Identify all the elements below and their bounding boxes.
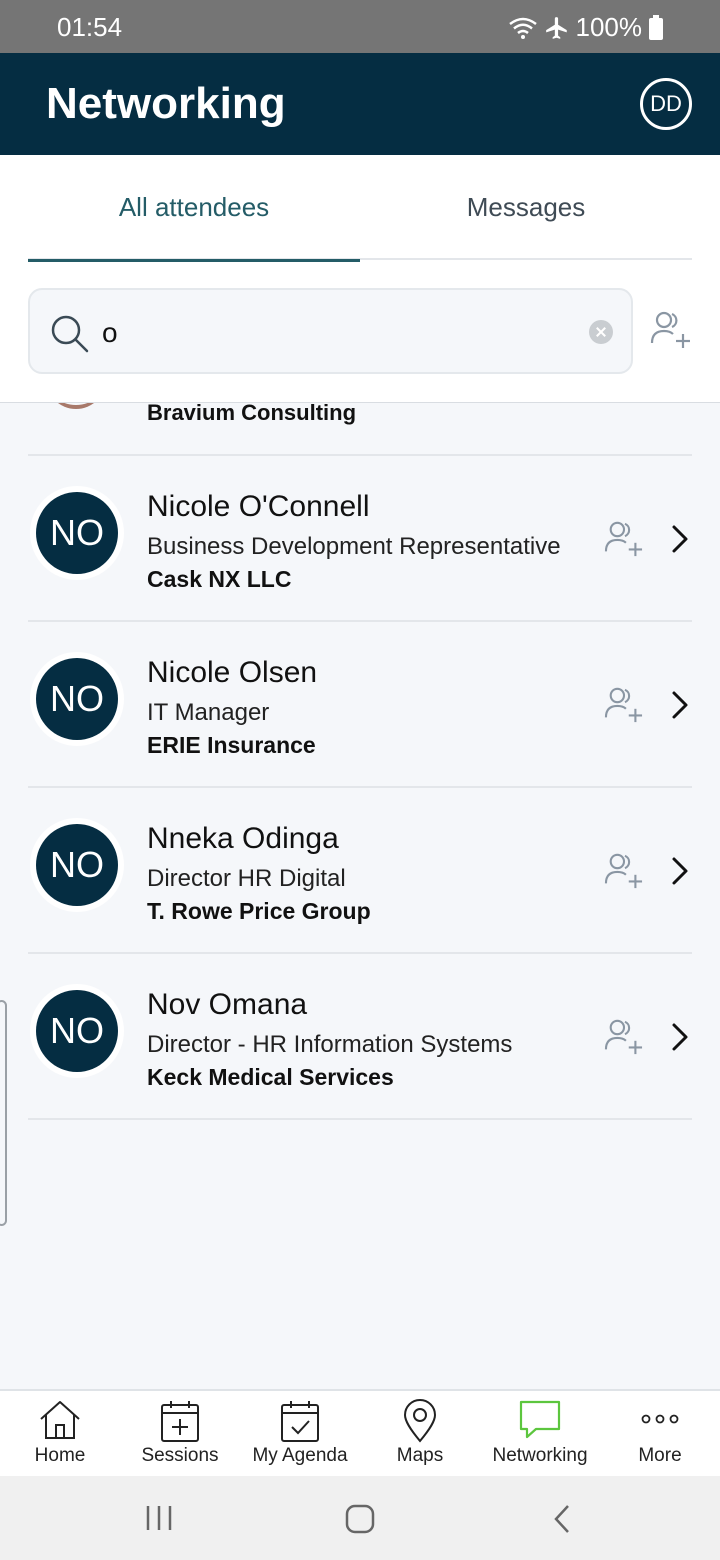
nav-home[interactable]: Home	[0, 1391, 120, 1478]
list-item[interactable]: Bravium Consulting	[28, 403, 692, 456]
recent-apps-icon[interactable]	[145, 1504, 173, 1532]
home-button-icon[interactable]	[345, 1504, 375, 1534]
avatar: NO	[30, 984, 124, 1078]
attendee-name: Nneka Odinga	[147, 822, 339, 855]
nav-label: Maps	[396, 1445, 444, 1466]
attendee-company: Keck Medical Services	[147, 1064, 394, 1090]
attendee-company: Cask NX LLC	[147, 566, 292, 592]
calendar-check-icon	[281, 1401, 319, 1442]
attendee-list: Bravium Consulting NO Nicole O'Connell B…	[0, 403, 720, 1389]
avatar: NO	[30, 486, 124, 580]
attendee-company: T. Rowe Price Group	[147, 898, 371, 924]
more-dots-icon	[641, 1414, 679, 1424]
nav-more[interactable]: More	[600, 1391, 720, 1478]
attendee-title: IT Manager	[147, 699, 270, 726]
attendee-company: Bravium Consulting	[147, 403, 357, 425]
attendee-name: Nov Omana	[147, 988, 308, 1021]
battery-icon	[649, 14, 663, 40]
avatar-initials: NO	[36, 658, 118, 740]
chevron-right-icon[interactable]	[670, 524, 690, 554]
chevron-right-icon[interactable]	[670, 856, 690, 886]
tab-all-attendees[interactable]: All attendees	[28, 155, 360, 262]
nav-my-agenda[interactable]: My Agenda	[240, 1391, 360, 1478]
search-value: o	[102, 317, 118, 348]
home-icon	[40, 1401, 80, 1439]
list-item[interactable]: NO Nneka Odinga Director HR Digital T. R…	[28, 788, 692, 954]
list-item[interactable]: NO Nicole Olsen IT Manager ERIE Insuranc…	[28, 622, 692, 788]
list-item[interactable]: NO Nicole O'Connell Business Development…	[28, 456, 692, 622]
nav-sessions[interactable]: Sessions	[120, 1391, 240, 1478]
nav-networking[interactable]: Networking	[480, 1391, 600, 1478]
page-title: Networking	[46, 79, 286, 128]
attendee-title: Business Development Representative	[147, 533, 561, 560]
map-pin-icon	[403, 1399, 437, 1443]
wifi-icon	[508, 17, 537, 39]
avatar-initials: NO	[36, 824, 118, 906]
add-contact-icon[interactable]	[604, 686, 644, 724]
avatar	[46, 403, 106, 409]
attendee-name: Nicole O'Connell	[147, 490, 370, 523]
tabs-and-search: All attendees Messages o	[0, 155, 720, 403]
nav-label: My Agenda	[252, 1445, 348, 1466]
status-icons: 100%	[508, 12, 665, 43]
chevron-right-icon[interactable]	[670, 1022, 690, 1052]
attendee-company: ERIE Insurance	[147, 732, 316, 758]
search-icon	[51, 315, 89, 353]
calendar-plus-icon	[161, 1401, 199, 1442]
avatar-initials: NO	[36, 492, 118, 574]
nav-label: Networking	[492, 1445, 588, 1466]
nav-label: Home	[34, 1445, 86, 1466]
clear-search-icon[interactable]	[589, 320, 613, 344]
side-panel-handle[interactable]	[0, 1000, 7, 1226]
attendee-name: Nicole Olsen	[147, 656, 318, 689]
attendee-title: Director - HR Information Systems	[147, 1031, 513, 1058]
add-contact-icon[interactable]	[604, 1018, 644, 1056]
back-icon[interactable]	[552, 1504, 572, 1534]
bottom-nav: Home Sessions My Agenda Maps Networking …	[0, 1389, 720, 1476]
tab-bar: All attendees Messages	[28, 155, 692, 262]
status-time: 01:54	[57, 12, 123, 42]
avatar-initials: NO	[36, 990, 118, 1072]
chevron-right-icon[interactable]	[670, 690, 690, 720]
user-avatar[interactable]: DD	[640, 78, 692, 130]
avatar: NO	[30, 652, 124, 746]
add-contact-icon[interactable]	[650, 310, 692, 350]
add-contact-icon[interactable]	[604, 520, 644, 558]
battery-percent: 100%	[575, 12, 643, 42]
add-contact-icon[interactable]	[604, 852, 644, 890]
avatar: NO	[30, 818, 124, 912]
chat-icon	[519, 1400, 561, 1439]
status-bar: 01:54 100%	[0, 0, 720, 53]
search-input[interactable]: o	[28, 288, 633, 374]
nav-label: Sessions	[141, 1445, 219, 1466]
tab-messages[interactable]: Messages	[360, 155, 692, 260]
airplane-icon	[545, 16, 567, 39]
system-nav-bar	[0, 1476, 720, 1560]
nav-maps[interactable]: Maps	[360, 1391, 480, 1478]
attendee-title: Director HR Digital	[147, 865, 346, 892]
nav-label: More	[638, 1445, 682, 1466]
app-header: Networking DD	[0, 53, 720, 155]
list-item[interactable]: NO Nov Omana Director - HR Information S…	[28, 954, 692, 1120]
